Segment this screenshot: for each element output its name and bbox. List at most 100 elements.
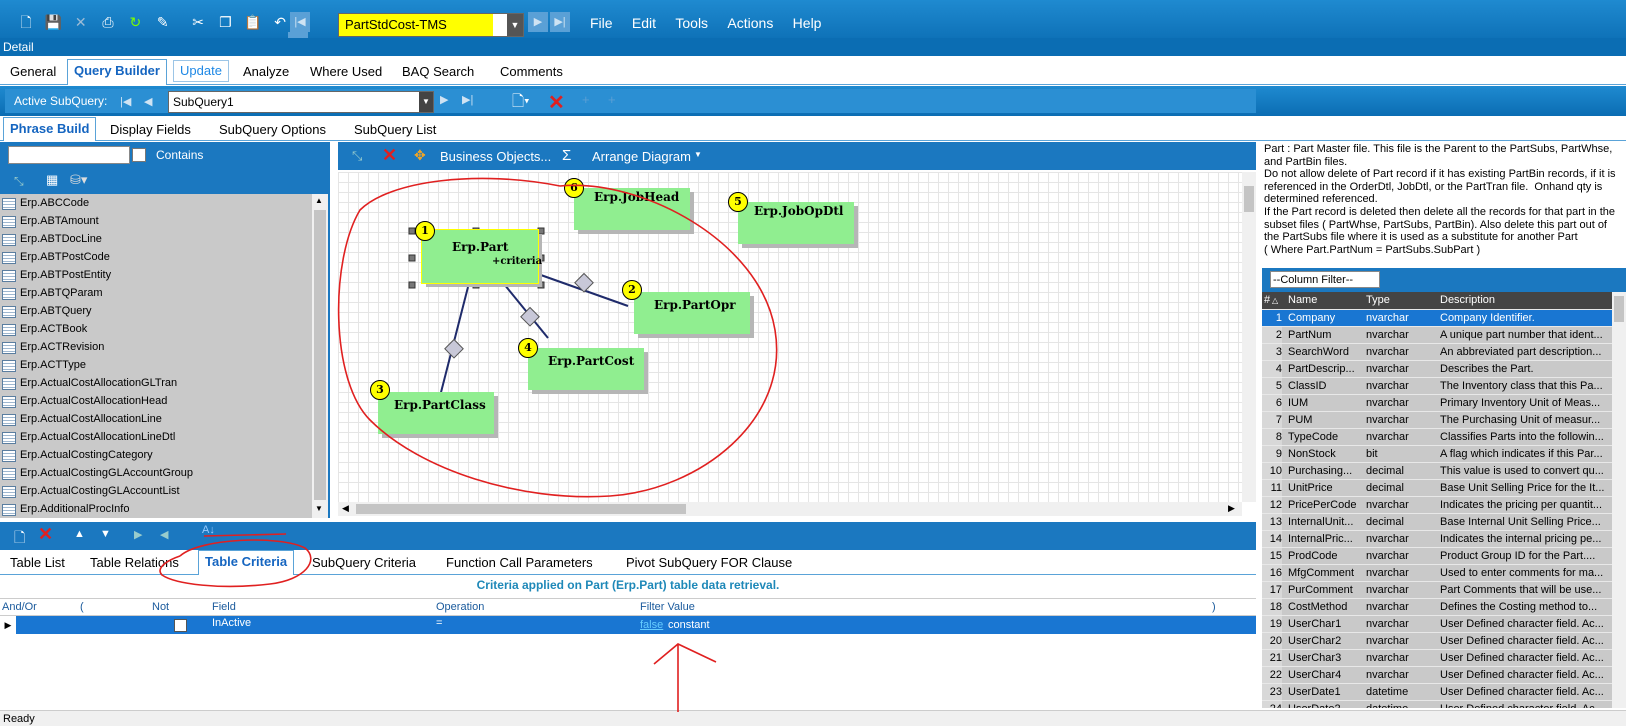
delete-subquery-icon[interactable]: ✕ (548, 90, 565, 115)
chevron-down-icon[interactable]: ▼ (419, 92, 433, 112)
tab-where-used[interactable]: Where Used (304, 62, 388, 82)
criteria-col-filter-value[interactable]: Filter Value (640, 599, 695, 615)
table-list-item[interactable]: Erp.ActualCostingCategory (0, 446, 312, 464)
db-icon[interactable]: ⛁▾ (70, 172, 87, 188)
column-row[interactable]: 10 Purchasing... decimal This value is used… (1262, 462, 1612, 480)
diagram-canvas[interactable]: Erp.Part +criteria 1 Erp.PartOpr 2 Erp.P… (338, 172, 1242, 502)
column-grid-scrollbar[interactable] (1612, 292, 1626, 708)
row-selector-icon[interactable]: ▶ (0, 616, 16, 634)
table-search-input[interactable] (8, 146, 130, 164)
table-list-item[interactable]: Erp.ABCCode (0, 194, 312, 212)
new-subquery-icon[interactable]: 🗋▾ (512, 91, 530, 116)
next-subquery-icon[interactable]: ▶ (440, 93, 448, 106)
criteria-col-open-paren[interactable]: ( (80, 599, 84, 615)
not-checkbox[interactable] (174, 619, 187, 632)
criteria-col-not[interactable]: Not (152, 599, 169, 615)
column-row[interactable]: 5 ClassID nvarchar The Inventory class that… (1262, 377, 1612, 395)
table-list-scrollbar[interactable]: ▲ ▼ (312, 194, 328, 518)
tab-function-call-parameters[interactable]: Function Call Parameters (440, 553, 599, 573)
column-row[interactable]: 7 PUM nvarchar The Purchasing Unit of measu… (1262, 411, 1612, 429)
table-icon[interactable]: ▦ (46, 172, 58, 188)
scrollbar-thumb[interactable] (1244, 186, 1254, 212)
copy-icon[interactable]: ❐ (215, 12, 235, 32)
subquery-combo[interactable]: SubQuery1 ▼ (168, 91, 434, 113)
column-row[interactable]: 21 UserChar3 nvarchar User Defined characte… (1262, 649, 1612, 667)
column-row[interactable]: 20 UserChar2 nvarchar User Defined characte… (1262, 632, 1612, 650)
table-list-item[interactable]: Erp.ACTRevision (0, 338, 312, 356)
column-row[interactable]: 11 UnitPrice decimal Base Unit Selling Pric… (1262, 479, 1612, 497)
tab-subquery-criteria[interactable]: SubQuery Criteria (306, 553, 422, 573)
link-icon[interactable]: ⤡ (352, 148, 362, 164)
first-record-icon[interactable]: |◀ (290, 12, 310, 32)
delete-icon[interactable]: ✕ (71, 12, 91, 32)
table-list-item[interactable]: Erp.ABTQParam (0, 284, 312, 302)
table-list-item[interactable]: Erp.ABTQuery (0, 302, 312, 320)
table-list-item[interactable]: Erp.ActualCostAllocationGLTran (0, 374, 312, 392)
tab-subquery-options[interactable]: SubQuery Options (213, 120, 332, 140)
node-erp-partcost[interactable]: Erp.PartCost (528, 348, 644, 390)
query-combo[interactable]: PartStdCost-TMS ▼ (338, 13, 524, 37)
column-row[interactable]: 19 UserChar1 nvarchar User Defined characte… (1262, 615, 1612, 633)
column-filter-input[interactable] (1270, 271, 1380, 288)
criteria-col-andor[interactable]: And/Or (2, 599, 37, 615)
business-objects-button[interactable]: Business Objects... (440, 149, 551, 164)
table-list-item[interactable]: Erp.ActualCostingGLAccountGroup (0, 464, 312, 482)
sort-icon[interactable]: △ (1272, 292, 1278, 309)
column-row[interactable]: 17 PurComment nvarchar Part Comments that w… (1262, 581, 1612, 599)
move-up-icon[interactable]: + (582, 92, 590, 107)
criteria-field-value[interactable]: InActive (212, 614, 251, 632)
tab-table-relations[interactable]: Table Relations (84, 553, 185, 573)
link-icon[interactable]: ⤡ (14, 174, 24, 189)
column-row[interactable]: 4 PartDescrip... nvarchar Describes the Par… (1262, 360, 1612, 378)
chevron-down-icon[interactable]: ▼ (507, 14, 523, 36)
column-row[interactable]: 12 PricePerCode nvarchar Indicates the pric… (1262, 496, 1612, 514)
tab-subquery-list[interactable]: SubQuery List (348, 120, 442, 140)
move-down-icon[interactable]: ▼ (100, 528, 111, 540)
node-erp-jobhead[interactable]: Erp.JobHead (574, 188, 690, 230)
table-list-item[interactable]: Erp.AdditionalProcInfo (0, 500, 312, 518)
indent-icon[interactable]: ▶ (134, 528, 142, 541)
sort-az-icon[interactable]: A↓ (202, 524, 215, 536)
table-list-item[interactable]: Erp.ABTPostCode (0, 248, 312, 266)
column-row[interactable]: 15 ProdCode nvarchar Product Group ID for t… (1262, 547, 1612, 565)
chevron-down-icon[interactable]: ▼ (694, 150, 702, 159)
tab-table-criteria[interactable]: Table Criteria (198, 550, 295, 575)
table-list-item[interactable]: Erp.ABTAmount (0, 212, 312, 230)
tab-pivot-subquery[interactable]: Pivot SubQuery FOR Clause (620, 553, 798, 573)
paste-icon[interactable]: 📋 (243, 12, 263, 32)
table-list-item[interactable]: Erp.ACTType (0, 356, 312, 374)
criteria-operation-value[interactable]: = (436, 614, 442, 632)
node-erp-jobopdtl[interactable]: Erp.JobOpDtl (738, 202, 854, 244)
node-erp-part[interactable]: Erp.Part +criteria (421, 229, 542, 284)
tab-display-fields[interactable]: Display Fields (104, 120, 197, 140)
column-row[interactable]: 2 PartNum nvarchar A unique part number tha… (1262, 326, 1612, 344)
column-row[interactable]: 24 UserDate2 datetime User Defined characte… (1262, 700, 1612, 708)
node-erp-partclass[interactable]: Erp.PartClass (378, 392, 494, 434)
scroll-down-icon[interactable]: ▼ (315, 504, 323, 513)
first-subquery-icon[interactable]: |◀ (120, 93, 138, 111)
scroll-up-icon[interactable]: ▲ (315, 196, 323, 205)
column-row[interactable]: 16 MfgComment nvarchar Used to enter commen… (1262, 564, 1612, 582)
tab-table-list[interactable]: Table List (4, 553, 71, 573)
table-list-item[interactable]: Erp.ABTDocLine (0, 230, 312, 248)
next-record-icon[interactable]: ▶ (528, 12, 548, 32)
table-list-item[interactable]: Erp.ActualCostingGLAccountList (0, 482, 312, 500)
col-header-type[interactable]: Type (1366, 292, 1390, 309)
column-row[interactable]: 22 UserChar4 nvarchar User Defined characte… (1262, 666, 1612, 684)
tab-analyze[interactable]: Analyze (237, 62, 295, 82)
clear-icon[interactable]: ✎ (153, 12, 173, 32)
column-row[interactable]: 9 NonStock bit A flag which indicates if th… (1262, 445, 1612, 463)
delete-criteria-icon[interactable]: ✕ (38, 524, 53, 545)
tab-comments[interactable]: Comments (494, 62, 569, 82)
table-list-item[interactable]: Erp.ActualCostAllocationLine (0, 410, 312, 428)
table-list-item[interactable]: Erp.ACTBook (0, 320, 312, 338)
tab-phrase-build[interactable]: Phrase Build (3, 117, 97, 141)
print-icon[interactable]: ⎙ (98, 12, 118, 32)
move-up-icon[interactable]: ▲ (74, 528, 85, 540)
refresh-icon[interactable]: ↻ (125, 12, 145, 32)
diagram-vscrollbar[interactable] (1242, 172, 1256, 502)
criteria-col-close-paren[interactable]: ) (1212, 599, 1216, 615)
column-row[interactable]: 13 InternalUnit... decimal Base Internal Un… (1262, 513, 1612, 531)
last-record-icon[interactable]: ▶| (550, 12, 570, 32)
filter-value-link[interactable]: false (640, 616, 663, 634)
